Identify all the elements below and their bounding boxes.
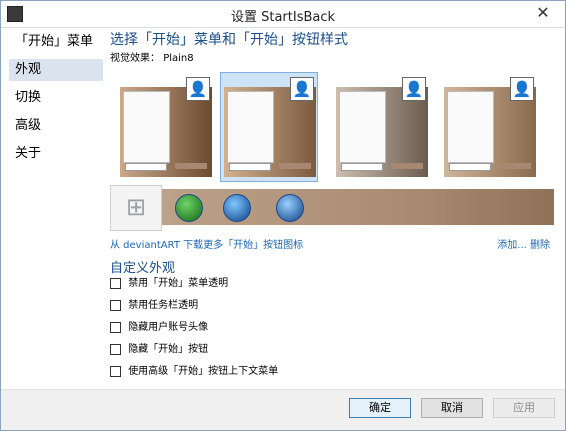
windows-logo-icon: ⊞ [125,193,147,221]
shutdown-bar-preview [499,163,531,169]
theme-option[interactable]: 👤 [117,73,213,181]
sidebar-item-switch[interactable]: 切换 [9,87,103,109]
checkbox[interactable] [110,299,121,311]
shutdown-bar-preview [175,163,207,169]
links-row: 从 deviantART 下载更多「开始」按钮图标 添加... 删除 [110,236,554,252]
option-row[interactable]: 隐藏用户账号头像 [110,321,278,343]
window-title: 设置 StartIsBack [230,10,336,25]
checkbox[interactable] [110,321,121,333]
theme-thumbnail: 👤 [336,77,428,177]
section-title: 选择「开始」菜单和「开始」按钮样式 [110,32,348,48]
theme-option-selected[interactable]: 👤 [220,72,318,182]
visual-effect-label: 视觉效果： [110,53,160,64]
download-more-link[interactable]: 从 deviantART 下载更多「开始」按钮图标 [110,240,303,251]
option-row[interactable]: 隐藏「开始」按钮 [110,343,278,365]
search-box-preview [341,163,383,171]
win7-orb-icon[interactable] [276,194,304,222]
main-content: 选择「开始」菜单和「开始」按钮样式 视觉效果： Plain8 [110,29,558,67]
cancel-button[interactable]: 取消 [421,398,483,418]
search-box-preview [449,163,491,171]
user-avatar-icon: 👤 [402,77,426,101]
option-label: 隐藏「开始」按钮 [128,344,209,355]
theme-thumbnail: 👤 [120,77,212,177]
user-avatar-icon: 👤 [290,77,314,101]
menu-preview [227,91,274,163]
sidebar-item-appearance[interactable]: 外观 [9,59,103,81]
search-box-preview [125,163,167,171]
sidebar-item-about[interactable]: 关于 [9,143,103,165]
title-bar: 设置 StartIsBack ✕ [1,1,565,28]
options-list: 禁用「开始」菜单透明 禁用任务栏透明 隐藏用户账号头像 隐藏「开始」按钮 使用高… [110,277,278,387]
delete-link[interactable]: 删除 [530,240,550,251]
green-orb-icon[interactable] [175,194,203,222]
shutdown-bar-preview [391,163,423,169]
sidebar-item-advanced[interactable]: 高级 [9,115,103,137]
theme-picker: 👤 👤 👤 👤 [117,72,557,183]
option-label: 隐藏用户账号头像 [128,322,209,333]
theme-option[interactable]: 👤 [333,73,429,181]
checkbox[interactable] [110,277,121,289]
user-avatar-icon: 👤 [510,77,534,101]
search-box-preview [229,163,271,171]
ok-button[interactable]: 确定 [349,398,411,418]
option-label: 禁用「开始」菜单透明 [128,278,229,289]
customize-title: 自定义外观 [110,261,176,276]
option-row[interactable]: 使用高级「开始」按钮上下文菜单 [110,365,278,387]
dialog-footer: 确定 取消 应用 [1,389,565,430]
visual-effect-row: 视觉效果： Plain8 [110,51,558,67]
menu-preview [123,91,170,163]
shutdown-bar-preview [279,163,311,169]
win7-orb-icon[interactable] [223,194,251,222]
menu-preview [447,91,494,163]
close-button[interactable]: ✕ [529,4,557,22]
checkbox[interactable] [110,365,121,377]
user-avatar-icon: 👤 [186,77,210,101]
start-button-option-windows[interactable]: ⊞ [110,185,162,231]
option-label: 禁用任务栏透明 [128,300,199,311]
checkbox[interactable] [110,343,121,355]
visual-effect-value: Plain8 [163,53,194,64]
theme-option[interactable]: 👤 [441,73,537,181]
option-label: 使用高级「开始」按钮上下文菜单 [128,366,279,377]
add-link[interactable]: 添加... [497,240,527,251]
menu-preview [339,91,386,163]
theme-thumbnail: 👤 [224,77,316,177]
theme-thumbnail: 👤 [444,77,536,177]
option-row[interactable]: 禁用任务栏透明 [110,299,278,321]
sidebar-item-start-menu[interactable]: 「开始」菜单 [9,31,103,53]
settings-window: 设置 StartIsBack ✕ 「开始」菜单 外观 切换 高级 关于 选择「开… [0,0,566,431]
option-row[interactable]: 禁用「开始」菜单透明 [110,277,278,299]
start-button-strip: ⊞ [110,185,554,231]
sidebar: 「开始」菜单 外观 切换 高级 关于 [9,31,103,171]
apply-button[interactable]: 应用 [493,398,555,418]
